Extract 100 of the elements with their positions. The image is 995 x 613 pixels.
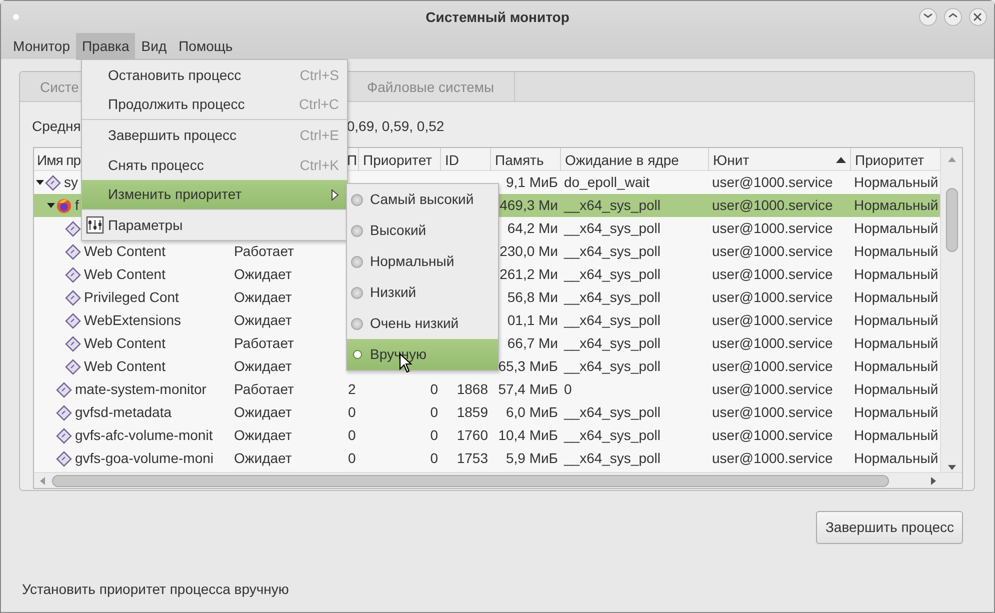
column-header[interactable]: Память (495, 148, 544, 170)
scroll-left-arrow-icon[interactable] (40, 477, 45, 485)
process-name[interactable]: Web Content (84, 355, 166, 378)
table-cell-text: user@1000.service (712, 426, 833, 445)
process-name[interactable]: gvfs-afc-volume-monit (75, 424, 213, 447)
menu-item[interactable]: Вид (135, 32, 173, 60)
expander-arrow-icon[interactable] (36, 178, 44, 186)
radio-menu-item[interactable]: Самый высокий (347, 184, 498, 215)
table-cell-text: 01,1 Ми (507, 311, 558, 330)
process-name[interactable]: gvfs-goa-volume-moni (75, 447, 214, 470)
table-cell-text: Нормальный (854, 173, 938, 192)
table-cell-text: __x64_sys_poll (564, 403, 661, 422)
scroll-right-arrow-icon[interactable] (931, 477, 936, 485)
process-icon (56, 428, 72, 444)
table-cell-text: 65,3 МиБ (498, 357, 558, 376)
maximize-button[interactable] (944, 8, 962, 26)
process-name[interactable]: f (75, 194, 79, 217)
menu-item[interactable]: Параметры (82, 210, 347, 240)
column-header[interactable]: ID (445, 148, 459, 170)
process-name[interactable]: Web Content (84, 240, 166, 263)
table-cell-text: __x64_sys_poll (564, 219, 661, 238)
column-header[interactable]: Имя пр (37, 148, 81, 170)
table-cell-text: 0 (348, 449, 356, 468)
process-icon (65, 244, 81, 260)
table-cell-text: Нормальный (854, 265, 938, 284)
close-icon (973, 13, 983, 21)
table-cell-text: Ожидает (234, 449, 292, 468)
menu-item[interactable]: Снять процесс Ctrl+K (82, 150, 347, 180)
process-name[interactable]: WebExtensions (84, 309, 182, 332)
table-cell-text: Нормальный (854, 449, 938, 468)
close-button[interactable] (969, 8, 987, 26)
process-icon (56, 382, 72, 398)
table-cell-text: 56,8 Ми (507, 288, 558, 307)
preferences-icon (86, 216, 104, 234)
process-icon (65, 290, 81, 306)
table-cell-text: Ожидает (234, 311, 292, 330)
table-cell-text: __x64_sys_poll (564, 426, 661, 445)
radio-button[interactable] (351, 224, 363, 236)
menu-item[interactable]: Изменить приоритет (82, 180, 347, 210)
load-average-values: 0,69, 0,59, 0,52 (346, 117, 444, 136)
process-name[interactable]: Privileged Cont (84, 286, 179, 309)
table-cell-text: user@1000.service (712, 196, 833, 215)
column-header[interactable]: Приоритет (363, 148, 432, 170)
end-process-button[interactable]: Завершить процесс (816, 511, 963, 544)
process-icon (56, 404, 72, 420)
scroll-down-arrow-icon[interactable] (948, 465, 956, 470)
column-header[interactable]: Юнит (713, 148, 750, 170)
menu-item[interactable]: Помощь (172, 32, 239, 60)
menu-item[interactable]: Остановить процесс Ctrl+S (82, 60, 347, 90)
table-cell-text: 0 (348, 403, 356, 422)
expander-arrow-icon[interactable] (47, 202, 55, 210)
table-cell-text: Ожидает (234, 357, 292, 376)
table-cell-text: 1760 (456, 426, 488, 445)
column-header[interactable]: Ожидание в ядре (565, 148, 679, 170)
radio-menu-item[interactable]: Нормальный (347, 246, 498, 277)
table-cell-text: 9,1 МиБ (506, 173, 558, 192)
table-cell-text: user@1000.service (712, 334, 833, 353)
process-icon (65, 336, 81, 352)
table-cell-text: 10,4 МиБ (498, 426, 558, 445)
vertical-scrollbar[interactable] (940, 148, 962, 474)
minimize-button[interactable] (919, 8, 937, 26)
process-name[interactable]: gvfsd-metadata (75, 401, 172, 424)
process-name[interactable]: Web Content (84, 332, 166, 355)
process-name[interactable]: Web Content (84, 263, 166, 286)
radio-menu-item[interactable]: Высокий (347, 215, 498, 246)
table-cell-text: Ожидает (234, 265, 292, 284)
table-cell-text: Работает (234, 242, 294, 261)
horizontal-scrollbar[interactable] (34, 472, 962, 488)
table-cell-text: Работает (234, 334, 294, 353)
process-name[interactable]: sy (64, 171, 78, 194)
column-header[interactable]: Приоритет (855, 148, 924, 170)
table-cell-text: user@1000.service (712, 173, 833, 192)
scroll-up-arrow-icon[interactable] (948, 157, 956, 162)
table-cell-text: 0 (430, 380, 438, 399)
menu-item[interactable]: Правка (76, 32, 136, 60)
table-cell-text: 64,2 Ми (507, 219, 558, 238)
radio-button[interactable] (351, 318, 363, 330)
process-name[interactable]: mate-system-monitor (75, 378, 206, 401)
scrollbar-thumb[interactable] (52, 475, 889, 487)
radio-button[interactable] (351, 286, 363, 298)
table-cell-text: Ожидает (234, 426, 292, 445)
radio-menu-item[interactable]: Очень низкий (347, 308, 498, 339)
menu-item[interactable]: Монитор (7, 32, 76, 60)
table-cell-text: 5,9 МиБ (506, 449, 558, 468)
menu-item[interactable]: Продолжить процесс Ctrl+C (82, 90, 347, 120)
table-cell-text: 2 (348, 380, 356, 399)
window-icon (13, 14, 19, 20)
radio-button[interactable] (353, 350, 362, 359)
table-cell-text: Ожидает (234, 403, 292, 422)
scrollbar-thumb[interactable] (946, 188, 958, 252)
table-cell-text: Нормальный (854, 219, 938, 238)
radio-button[interactable] (351, 256, 363, 268)
table-cell-text: 0 (564, 380, 572, 399)
radio-button[interactable] (351, 194, 363, 206)
column-header[interactable]: П (347, 148, 358, 170)
window-title: Системный монитор (426, 8, 570, 27)
table-cell-text: user@1000.service (712, 380, 833, 399)
radio-menu-item[interactable]: Низкий (347, 277, 498, 308)
process-icon (56, 450, 72, 466)
menu-item[interactable]: Завершить процесс Ctrl+E (82, 120, 347, 150)
